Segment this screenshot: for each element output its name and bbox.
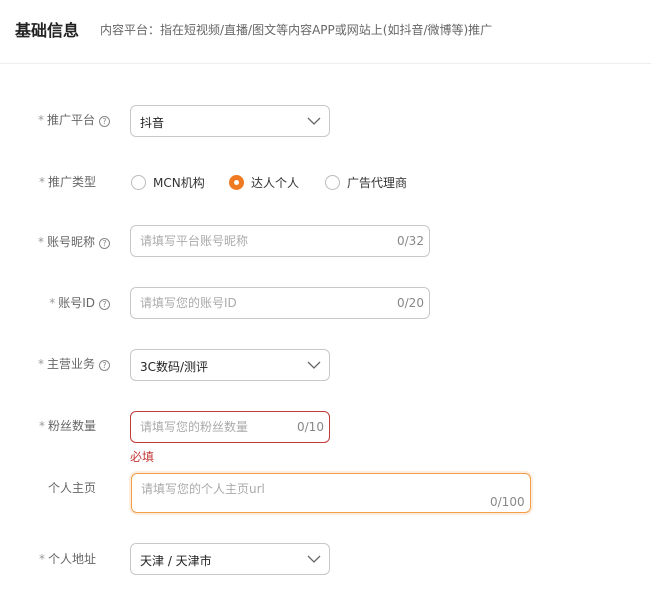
radio-circle-selected[interactable]	[229, 175, 244, 190]
required-mark: *	[37, 235, 44, 249]
nickname-label: * 账号昵称?	[0, 233, 110, 250]
help-icon[interactable]: ?	[99, 116, 110, 127]
header-description: 内容平台：指在短视频/直播/图文等内容APP或网站上(如抖音/微博等)推广	[100, 23, 493, 37]
nickname-input[interactable]	[130, 225, 430, 257]
address-label: * 个人地址	[38, 552, 96, 566]
radio-circle[interactable]	[325, 175, 340, 190]
platform-value: 抖音	[140, 116, 165, 130]
fans-label: * 粉丝数量	[38, 419, 96, 433]
main-business-select[interactable]: 3C数码/测评	[130, 349, 330, 381]
account-id-counter: 0/20	[397, 296, 424, 310]
required-mark: *	[38, 552, 45, 566]
section-header: 基础信息 内容平台：指在短视频/直播/图文等内容APP或网站上(如抖音/微博等)…	[0, 0, 651, 64]
radio-individual[interactable]: 达人个人	[229, 174, 299, 191]
address-value: 天津 / 天津市	[140, 554, 212, 568]
main-business-value: 3C数码/测评	[140, 360, 209, 374]
page-title: 基础信息	[15, 21, 80, 40]
nickname-counter: 0/32	[397, 234, 424, 248]
chevron-down-icon	[307, 555, 321, 563]
main-business-label: * 主营业务?	[0, 355, 110, 372]
homepage-label: 个人主页	[47, 481, 96, 495]
platform-select[interactable]: 抖音	[130, 105, 330, 137]
radio-mcn[interactable]: MCN机构	[131, 174, 205, 191]
help-icon[interactable]: ?	[99, 238, 110, 249]
fans-counter: 0/10	[297, 420, 324, 434]
chevron-down-icon	[307, 361, 321, 369]
required-mark: *	[37, 357, 44, 371]
chevron-down-icon	[307, 117, 321, 125]
homepage-counter: 0/100	[490, 495, 525, 509]
required-mark: *	[37, 113, 44, 127]
homepage-textarea[interactable]	[131, 473, 531, 513]
address-select[interactable]: 天津 / 天津市	[130, 543, 330, 575]
fans-error-message: 必填	[130, 450, 155, 464]
radio-agency[interactable]: 广告代理商	[325, 174, 407, 191]
required-mark: *	[38, 419, 45, 433]
account-id-input[interactable]	[130, 287, 430, 319]
help-icon[interactable]: ?	[99, 299, 110, 310]
account-id-label: * 账号ID?	[0, 294, 110, 311]
platform-label: * 推广平台?	[0, 111, 110, 128]
required-mark: *	[49, 296, 56, 310]
promo-type-label: * 推广类型	[38, 175, 96, 189]
radio-circle[interactable]	[131, 175, 146, 190]
help-icon[interactable]: ?	[99, 360, 110, 371]
required-mark: *	[38, 175, 45, 189]
